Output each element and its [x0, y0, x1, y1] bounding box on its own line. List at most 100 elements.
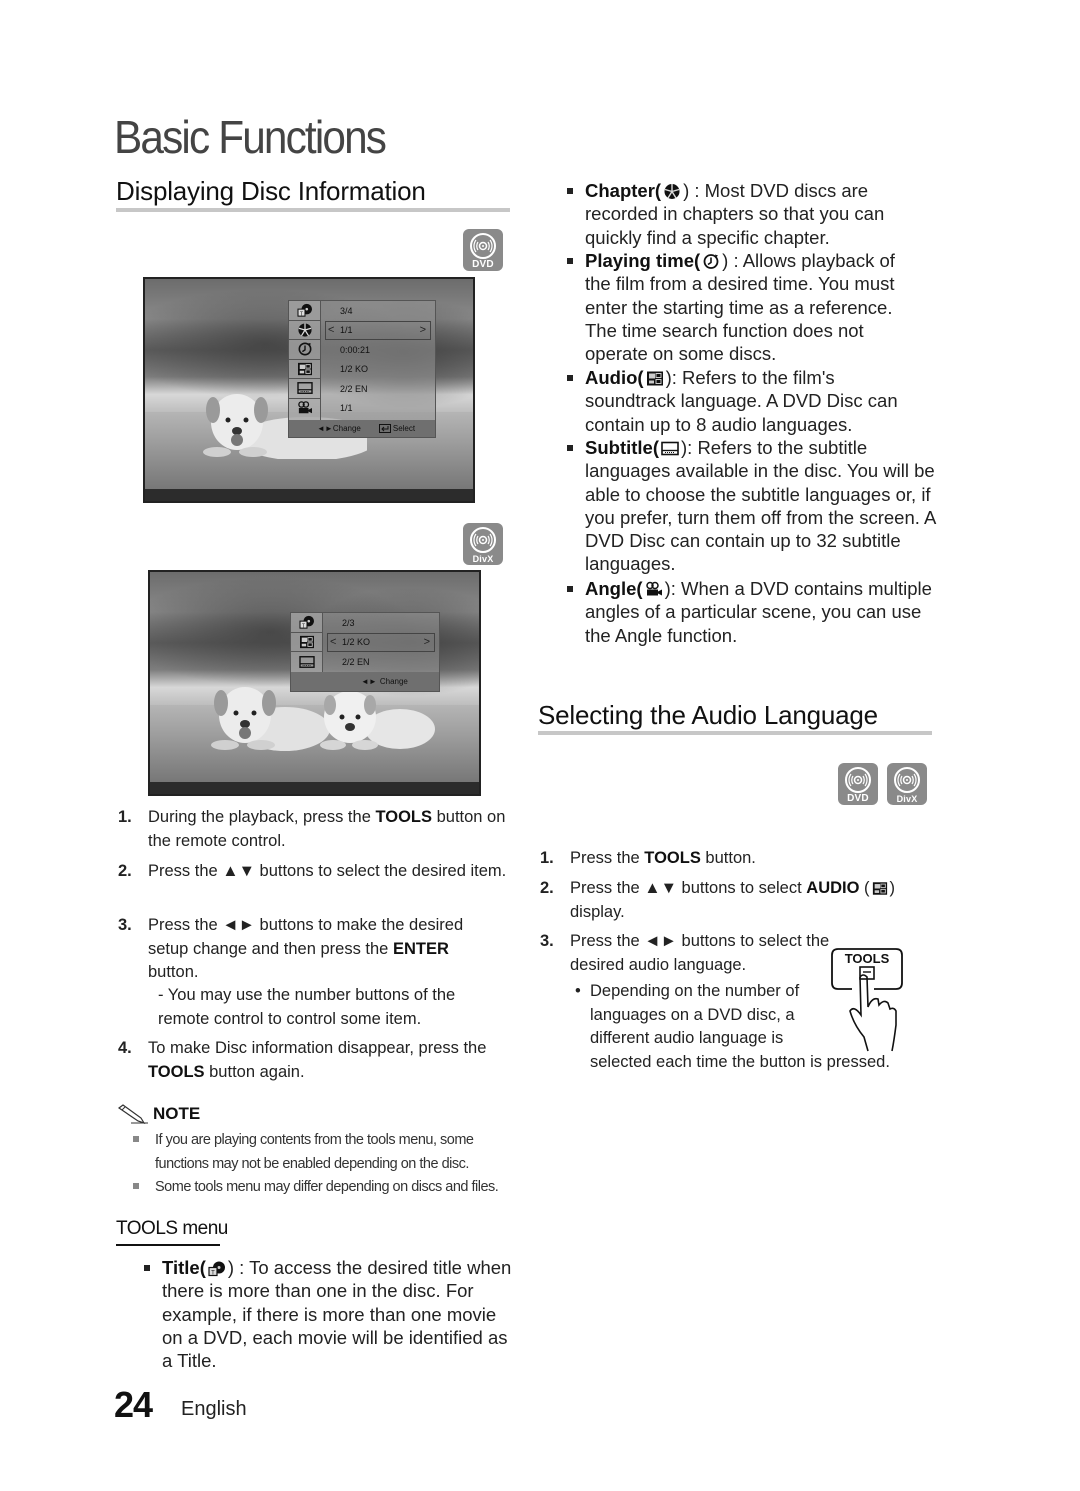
osd-value-column: 2/3 < 1/2 KO > 2/2 EN [324, 613, 439, 672]
osd-icon-title [291, 613, 322, 633]
audio-icon [872, 881, 888, 896]
step-text: Press the ▲▼ buttons to select the desir… [148, 862, 507, 880]
page-number: 24 [114, 1384, 153, 1425]
osd-icon-audio [291, 633, 322, 652]
step-number: 2. [540, 879, 554, 897]
audio-icon [299, 635, 315, 649]
item-label: Angle( [585, 578, 643, 599]
step-4: 4. To make Disc information disappear, p… [118, 1037, 508, 1084]
audio-key-label: AUDIO [806, 879, 860, 897]
osd-row-title[interactable]: 3/4 [322, 301, 435, 321]
osd-row-audio-selected[interactable]: < 1/2 KO > [327, 632, 435, 652]
bullet-square-icon [567, 586, 573, 592]
table-edge [150, 782, 479, 794]
step-number: 4. [118, 1039, 132, 1057]
step-text: Press the ▲▼ buttons to select [570, 879, 807, 897]
playing-time-icon [702, 253, 720, 270]
audio-icon [297, 362, 313, 376]
step-number: 2. [118, 862, 132, 880]
bullet-square-icon [144, 1265, 150, 1271]
osd-footer-select-label: Select [392, 424, 416, 433]
disc-icon [844, 766, 872, 794]
disc-icon [893, 766, 921, 794]
note-heading: NOTE [117, 1104, 200, 1124]
osd-value-column: 3/4 < 1/1 > 0:00:21 1/2 KO 2/2 EN 1/1 [322, 301, 435, 418]
note-label: NOTE [153, 1104, 201, 1123]
title-icon [208, 1260, 226, 1277]
disc-icon [469, 232, 497, 260]
step-text: button again. [204, 1062, 305, 1081]
disc-icon [469, 526, 497, 554]
dvd-badge: DVD [463, 229, 503, 271]
osd-row-time[interactable]: 0:00:21 [322, 340, 435, 360]
step-number: 3. [118, 916, 132, 934]
item-audio: Audio(): Refers to the film's soundtrack… [567, 366, 925, 436]
osd-value: 1/2 KO [340, 364, 369, 375]
playing-time-icon [297, 342, 313, 356]
bullet-dot-icon: • [575, 982, 581, 1000]
section-title-disc-info: Displaying Disc Information [116, 176, 426, 206]
angle-icon [297, 401, 313, 415]
note-item: Some tools menu may differ depending on … [155, 1179, 499, 1195]
tools-menu-heading: TOOLS menu [116, 1218, 228, 1239]
step-text: button. [148, 963, 199, 981]
tools-menu-underline [116, 1244, 220, 1246]
item-angle: Angle(): When a DVD contains multiple an… [567, 577, 937, 647]
osd-icon-subtitle [291, 652, 322, 672]
audio-step-2: 2. Press the ▲▼ buttons to select AUDIO … [540, 879, 896, 921]
dvd-info-screenshot: 3/4 < 1/1 > 0:00:21 1/2 KO 2/2 EN 1/1 ◄►… [143, 277, 475, 503]
tools-item-title: Title() : To access the desired title wh… [144, 1256, 512, 1372]
osd-icon-column [291, 613, 323, 673]
note-bullet-icon [133, 1183, 139, 1189]
step-3-subnote: - You may use the number buttons of the … [158, 986, 456, 1028]
arrow-right-icon[interactable]: > [420, 324, 426, 336]
osd-row-chapter-selected[interactable]: < 1/1 > [325, 320, 431, 340]
osd-row-subtitle[interactable]: 2/2 EN [322, 379, 435, 399]
chapter-icon [663, 183, 681, 200]
divx-info-screenshot: 2/3 < 1/2 KO > 2/2 EN ◄► Change [148, 570, 481, 796]
osd-row-title[interactable]: 2/3 [324, 613, 439, 633]
section-rule [538, 731, 932, 735]
title-icon [297, 303, 313, 317]
subtitle-icon [297, 381, 313, 395]
osd-value: 2/3 [342, 617, 355, 628]
dvd-badge: DVD [838, 763, 878, 805]
osd-value: 3/4 [340, 305, 353, 316]
item-label: Chapter( [585, 180, 662, 201]
divx-badge: DivX [463, 523, 503, 565]
step-number: 1. [118, 808, 132, 826]
osd-icon-column [289, 301, 321, 421]
osd-footer-select: Select [378, 424, 416, 433]
osd-icon-title [289, 301, 320, 321]
osd-row-angle[interactable]: 1/1 [322, 399, 435, 419]
tools-key-label: TOOLS [644, 849, 701, 867]
item-label: Title( [162, 1257, 206, 1278]
audio-step-1: 1. Press the TOOLS button. [540, 847, 930, 871]
osd-value: 0:00:21 [340, 344, 371, 355]
osd-row-audio[interactable]: 1/2 KO [322, 360, 435, 380]
tools-button-label: TOOLS [845, 951, 890, 966]
osd-footer: ◄►Change Select [289, 420, 435, 437]
arrow-left-icon[interactable]: < [328, 324, 334, 336]
step-1: 1. During the playback, press the TOOLS … [118, 806, 508, 853]
enter-key-label: ENTER [392, 939, 449, 958]
bullet-square-icon [567, 445, 573, 451]
item-playing-time: Playing time() : Allows playback of the … [567, 249, 925, 365]
section-title-audio-language: Selecting the Audio Language [538, 700, 878, 730]
item-chapter: Chapter() : Most DVD discs are recorded … [567, 179, 935, 249]
item-label: Audio( [585, 367, 644, 388]
arrow-right-icon[interactable]: > [424, 636, 430, 648]
enter-icon [378, 424, 391, 433]
osd-row-subtitle[interactable]: 2/2 EN [324, 652, 439, 672]
dvd-badge-label: DVD [847, 793, 869, 804]
osd-icon-chapter [289, 321, 320, 340]
osd-icon-audio [289, 360, 320, 379]
osd-icon-angle [289, 399, 320, 419]
title-icon [299, 615, 315, 629]
divx-badge-label: DivX [896, 794, 918, 804]
audio-icon [646, 370, 664, 387]
arrow-left-icon[interactable]: < [330, 636, 336, 648]
osd-footer-change: ◄►Change [317, 424, 361, 433]
divx-badge: DivX [887, 763, 927, 805]
step-text: Press the ◄► buttons to select the desir… [570, 932, 830, 974]
